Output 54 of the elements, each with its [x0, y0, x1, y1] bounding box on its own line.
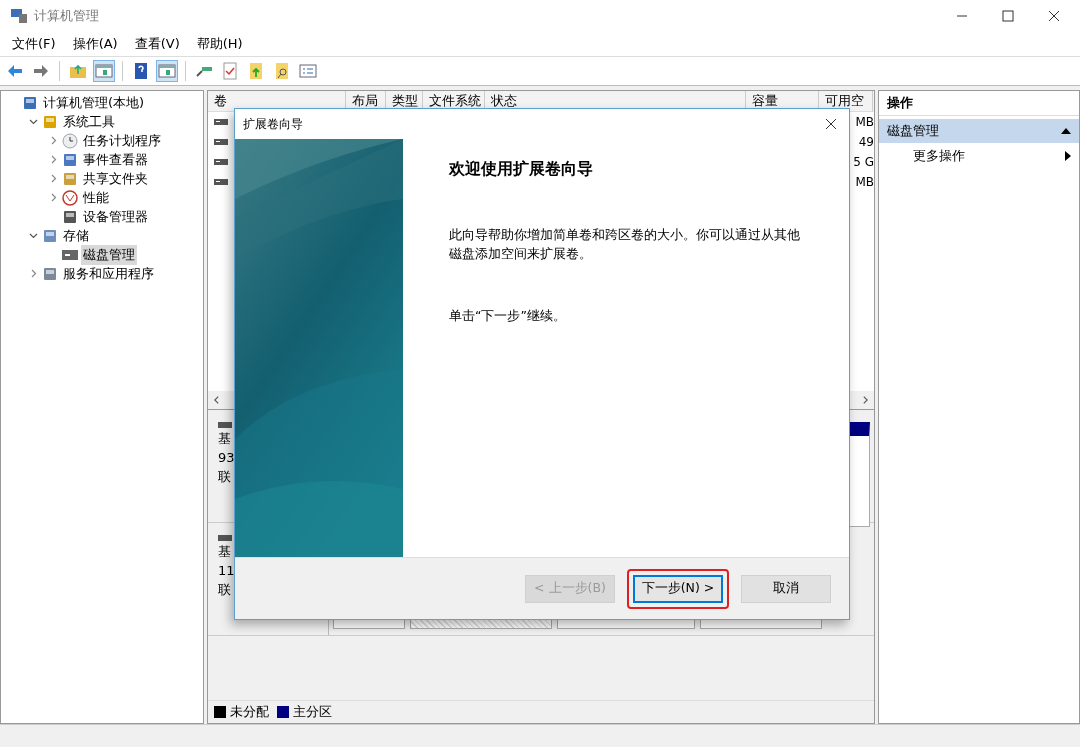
chevron-down-icon[interactable]: [28, 231, 38, 240]
tree-item[interactable]: 任务计划程序: [81, 130, 163, 151]
drive-icon: [214, 159, 228, 165]
tree-item[interactable]: 磁盘管理: [81, 244, 137, 265]
drive-icon: [214, 139, 228, 145]
disk-info-text: 基: [218, 430, 232, 447]
tree-item[interactable]: 设备管理器: [81, 206, 150, 227]
tree-item[interactable]: 性能: [81, 187, 111, 208]
wizard-button[interactable]: 取消: [741, 574, 831, 603]
menu-item[interactable]: 查看(V): [134, 35, 180, 53]
legend-label: 主分区: [293, 703, 332, 721]
disk-info-text: 联: [218, 468, 232, 485]
wizard-button[interactable]: 下一步(N) >: [633, 574, 723, 603]
disk-info-text: 93: [218, 449, 236, 466]
menu-item[interactable]: 操作(A): [72, 35, 118, 53]
dialog-title: 扩展卷向导: [243, 115, 303, 133]
wizard-instruction: 单击“下一步”继续。: [449, 307, 567, 325]
tree-item[interactable]: 系统工具: [61, 111, 117, 132]
table-cell: 49: [858, 135, 874, 149]
table-cell: MB: [855, 115, 874, 129]
scroll-left-icon[interactable]: [214, 396, 219, 404]
drive-icon: [218, 535, 232, 541]
legend-label: 未分配: [230, 703, 269, 721]
wizard-description: 此向导帮助你增加简单卷和跨区卷的大小。你可以通过从其他磁盘添加空间来扩展卷。: [449, 226, 801, 263]
scroll-right-icon[interactable]: [863, 396, 868, 404]
table-cell: 5 G: [853, 155, 874, 169]
actions-header: 操作: [879, 91, 1079, 116]
submenu-arrow-icon: [1065, 151, 1071, 161]
pane-icon[interactable]: [156, 60, 178, 82]
pane-icon[interactable]: [93, 60, 115, 82]
drive-icon: [214, 179, 228, 185]
disk-info-text: 基: [218, 543, 232, 560]
tree-item[interactable]: 存储: [61, 225, 91, 246]
clock-icon: [62, 132, 78, 149]
action-item[interactable]: 更多操作: [879, 143, 1079, 169]
disk-info-text: 11: [218, 562, 236, 579]
tree-item[interactable]: 计算机管理(本地): [41, 92, 147, 113]
wizard-heading: 欢迎使用扩展卷向导: [449, 159, 594, 180]
chevron-down-icon[interactable]: [28, 117, 38, 126]
tree-item[interactable]: 共享文件夹: [81, 168, 150, 189]
tree-item[interactable]: 服务和应用程序: [61, 263, 156, 284]
drive-icon: [218, 422, 232, 428]
tree-item[interactable]: 事件查看器: [81, 149, 150, 170]
table-cell: MB: [855, 175, 874, 189]
menu-item[interactable]: 文件(F): [12, 35, 56, 53]
window-title: 计算机管理: [34, 7, 99, 25]
collapse-icon[interactable]: [1061, 128, 1071, 134]
close-icon[interactable]: [825, 118, 837, 130]
close-icon[interactable]: [1048, 10, 1060, 22]
menu-item[interactable]: 帮助(H): [196, 35, 243, 53]
maximize-icon[interactable]: [1002, 10, 1014, 22]
disk-info-text: 联: [218, 581, 232, 598]
drive-icon: [214, 119, 228, 125]
actions-section[interactable]: 磁盘管理: [879, 119, 1079, 143]
